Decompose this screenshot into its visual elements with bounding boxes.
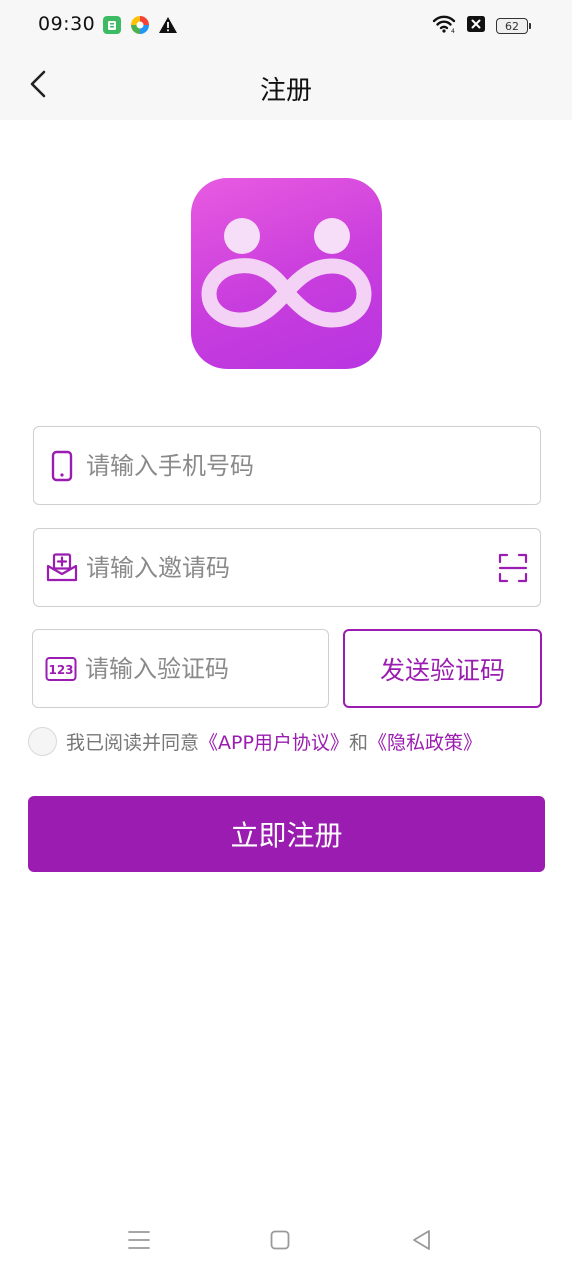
no-sim-icon — [466, 15, 486, 37]
back-triangle-icon — [411, 1229, 431, 1255]
app-logo — [191, 178, 382, 369]
status-bar: 09:30 4 62 — [0, 0, 572, 52]
register-screen: 09:30 4 62 注册 请输入手机号码 请输入邀请码 123 请输入验证码 … — [0, 0, 572, 1280]
numeric-code-icon: 123 — [45, 653, 77, 685]
warning-icon — [158, 15, 178, 39]
agreement-checkbox[interactable] — [28, 727, 57, 756]
page-title: 注册 — [259, 76, 312, 106]
send-code-button[interactable]: 发送验证码 — [343, 629, 542, 708]
agreement-prefix: 我已阅读并同意 — [66, 732, 200, 754]
menu-icon — [128, 1230, 150, 1254]
scan-icon[interactable] — [496, 551, 530, 585]
app-notification-icon — [102, 15, 122, 39]
system-back-button[interactable] — [401, 1222, 441, 1262]
invite-field — [33, 528, 541, 607]
home-square-icon — [270, 1230, 290, 1254]
wifi-icon: 4 — [432, 14, 456, 38]
status-icons-right: 4 62 — [432, 14, 531, 38]
code-input[interactable] — [85, 648, 328, 689]
agreement-row: 我已阅读并同意 《APP用户协议》 和 《隐私政策》 — [28, 727, 482, 756]
phone-icon — [46, 450, 78, 482]
svg-text:4: 4 — [451, 28, 455, 34]
agreement-and: 和 — [348, 732, 368, 754]
status-icons-left — [102, 15, 178, 39]
menu-button[interactable] — [119, 1222, 159, 1262]
status-time: 09:30 — [38, 13, 96, 35]
system-nav-bar — [0, 1200, 572, 1280]
invite-input[interactable] — [86, 547, 496, 588]
phone-input[interactable] — [86, 445, 540, 486]
invite-icon — [46, 552, 78, 584]
nav-bar: 注册 — [0, 52, 572, 120]
battery-icon: 62 — [496, 18, 531, 34]
code-field: 123 — [32, 629, 329, 708]
app-agreement-link[interactable]: 《APP用户协议》 — [199, 728, 349, 755]
register-button[interactable]: 立即注册 — [28, 796, 545, 872]
phone-field — [33, 426, 541, 505]
infinity-people-icon — [201, 218, 372, 328]
privacy-policy-link[interactable]: 《隐私政策》 — [368, 728, 482, 755]
home-button[interactable] — [260, 1222, 300, 1262]
color-app-icon — [130, 15, 150, 39]
svg-text:123: 123 — [48, 663, 73, 677]
